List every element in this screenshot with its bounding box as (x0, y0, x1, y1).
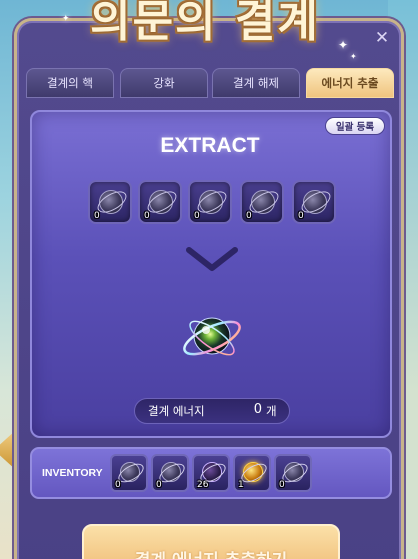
inventory-item[interactable]: 1 (233, 454, 271, 492)
sparkle-icon: ✦ (62, 14, 70, 24)
barrier-core-icon (199, 190, 223, 214)
barrier-core-icon (303, 190, 327, 214)
barrier-core-icon (284, 462, 304, 482)
slot-count: 0 (144, 211, 150, 221)
dark-core-icon (202, 462, 222, 482)
extract-energy-button[interactable]: 결계 에너지 추출하기 (82, 524, 340, 559)
barrier-core-icon (161, 462, 181, 482)
extract-slot[interactable]: 0 (138, 180, 182, 224)
extract-panel (30, 110, 392, 438)
tab-energy-extract[interactable]: 에너지 추출 (306, 68, 394, 98)
slot-count: 0 (298, 211, 304, 221)
tab-barrier-release[interactable]: 결계 해제 (212, 68, 300, 98)
gold-core-icon (243, 462, 263, 482)
close-icon[interactable]: ✕ (372, 28, 392, 48)
barrier-core-icon (251, 190, 275, 214)
slot-count: 0 (246, 211, 252, 221)
chevron-down-icon (186, 247, 238, 271)
barrier-core-icon (99, 190, 123, 214)
bulk-register-button[interactable]: 일괄 등록 (325, 117, 385, 135)
extract-slot[interactable]: 0 (188, 180, 232, 224)
inventory-item[interactable]: 0 (110, 454, 148, 492)
item-count: 0 (156, 480, 162, 490)
energy-unit: 개 (266, 404, 277, 418)
inventory-label: INVENTORY (42, 467, 103, 479)
energy-label: 결계 에너지 (148, 404, 205, 418)
extract-slot[interactable]: 0 (88, 180, 132, 224)
item-count: 26 (197, 480, 209, 490)
item-count: 1 (238, 480, 244, 490)
sparkle-icon: ✦ (338, 38, 349, 52)
extract-slot[interactable]: 0 (240, 180, 284, 224)
inventory-item[interactable]: 26 (192, 454, 230, 492)
barrier-core-icon (149, 190, 173, 214)
sparkle-icon: ✦ (350, 52, 357, 61)
energy-value: 0 (253, 402, 262, 417)
barrier-core-icon (120, 462, 140, 482)
window-title: 의문의 결계 (90, 0, 320, 47)
tab-barrier-core[interactable]: 결계의 핵 (26, 68, 114, 98)
slot-count: 0 (94, 211, 100, 221)
extract-heading: EXTRACT (160, 134, 260, 157)
inventory-item[interactable]: 0 (151, 454, 189, 492)
slot-count: 0 (194, 211, 200, 221)
item-count: 0 (115, 480, 121, 490)
extract-slot[interactable]: 0 (292, 180, 336, 224)
inventory-item[interactable]: 0 (274, 454, 312, 492)
tab-enhance[interactable]: 강화 (120, 68, 208, 98)
energy-orb-icon (183, 317, 241, 356)
tab-bar: 결계의 핵 강화 결계 해제 에너지 추출 (26, 68, 394, 98)
item-count: 0 (279, 480, 285, 490)
